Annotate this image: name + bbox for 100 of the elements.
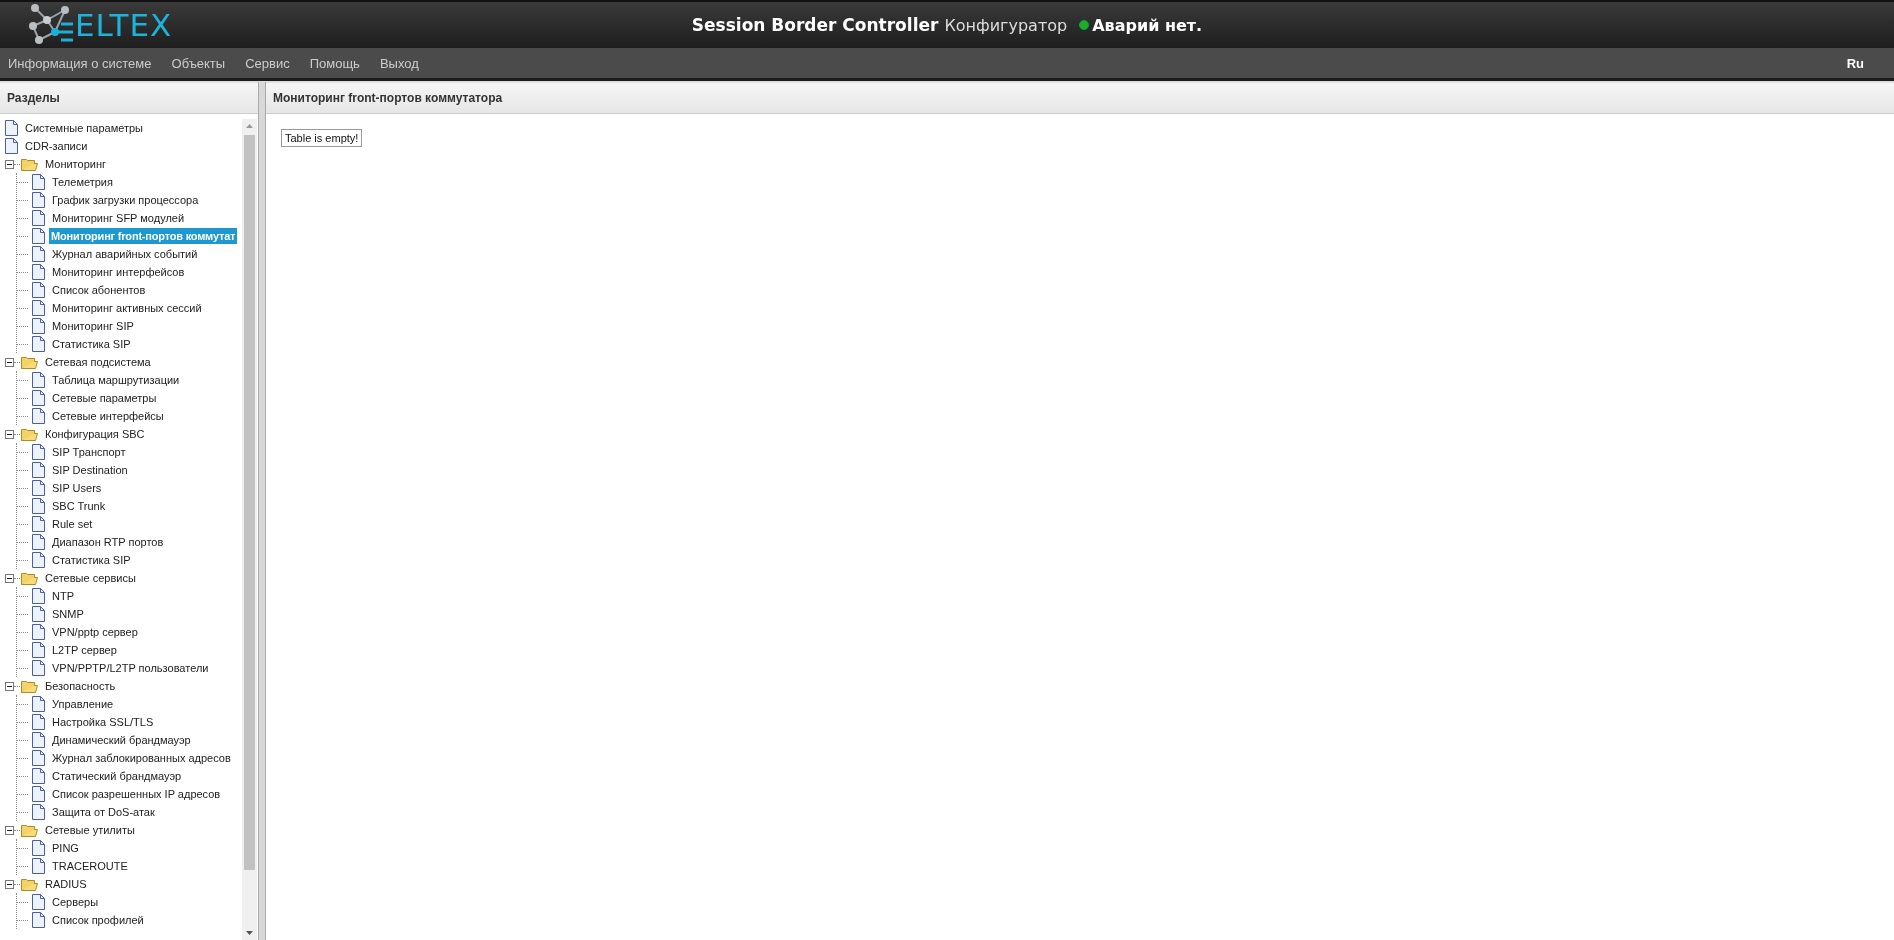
menu-item[interactable]: Информация о системе: [8, 55, 152, 71]
document-icon: [32, 372, 45, 388]
collapse-toggle[interactable]: [5, 825, 14, 835]
language-switch[interactable]: Ru: [1846, 55, 1864, 71]
tree-item[interactable]: Статический брандмауэр: [49, 769, 185, 783]
document-icon: [32, 912, 45, 928]
tree-item[interactable]: Таблица маршрутизации: [49, 373, 183, 387]
document-icon: [32, 588, 45, 604]
tree-item[interactable]: Мониторинг SIP: [49, 319, 137, 333]
document-icon: [32, 282, 45, 298]
tree-folder[interactable]: Мониторинг: [42, 157, 109, 171]
tree-folder[interactable]: Безопасность: [42, 679, 119, 693]
tree-item[interactable]: Rule set: [49, 517, 96, 531]
document-icon: [32, 534, 45, 550]
collapse-toggle[interactable]: [5, 357, 14, 367]
tree-item[interactable]: Статистика SIP: [49, 337, 134, 351]
document-icon: [32, 552, 45, 568]
tree-item[interactable]: SIP Транспорт: [49, 445, 129, 459]
splitter-handle[interactable]: [258, 82, 266, 940]
tree-item[interactable]: Мониторинг SFP модулей: [49, 211, 188, 225]
tree-item[interactable]: Мониторинг интерфейсов: [49, 265, 188, 279]
document-icon: [32, 840, 45, 856]
tree-item[interactable]: PING: [49, 841, 82, 855]
collapse-toggle[interactable]: [5, 159, 14, 169]
tree-item[interactable]: VPN/pptp сервер: [49, 625, 141, 639]
tree-item[interactable]: Журнал аварийных событий: [49, 247, 201, 261]
tree-item[interactable]: SNMP: [49, 607, 87, 621]
document-icon: [32, 786, 45, 802]
document-icon: [5, 138, 18, 154]
document-icon: [32, 228, 45, 244]
collapse-toggle[interactable]: [5, 681, 14, 691]
tree-item[interactable]: L2TP сервер: [49, 643, 120, 657]
document-icon: [32, 336, 45, 352]
tree-folder[interactable]: Сетевая подсистема: [42, 355, 154, 369]
document-icon: [32, 462, 45, 478]
panel-title: Мониторинг front-портов коммутатора: [273, 91, 503, 105]
product-subtitle: Конфигуратор: [944, 15, 1068, 35]
tree-folder[interactable]: Сетевые сервисы: [42, 571, 139, 585]
folder-icon: [21, 355, 38, 369]
menu-item[interactable]: Помощь: [309, 55, 360, 71]
document-icon: [32, 624, 45, 640]
document-icon: [32, 318, 45, 334]
tree-item[interactable]: NTP: [49, 589, 77, 603]
tree-item[interactable]: Телеметрия: [49, 175, 116, 189]
tree-item[interactable]: SBC Trunk: [49, 499, 109, 513]
tree-item[interactable]: Сетевые параметры: [49, 391, 160, 405]
tree-item[interactable]: CDR-записи: [22, 139, 91, 153]
tree-item[interactable]: Мониторинг активных сессий: [49, 301, 205, 315]
tree-item[interactable]: SIP Destination: [49, 463, 131, 477]
document-icon: [32, 480, 45, 496]
tree-item[interactable]: SIP Users: [49, 481, 105, 495]
menu-item[interactable]: Сервис: [245, 55, 290, 71]
tree-item[interactable]: TRACEROUTE: [49, 859, 131, 873]
document-icon: [32, 858, 45, 874]
collapse-toggle[interactable]: [5, 573, 14, 583]
document-icon: [32, 516, 45, 532]
tree-item[interactable]: Управление: [49, 697, 117, 711]
product-title: Session Border Controller: [691, 15, 939, 35]
document-icon: [32, 264, 45, 280]
document-icon: [32, 696, 45, 712]
document-icon: [32, 210, 45, 226]
document-icon: [32, 246, 45, 262]
scrollbar[interactable]: [242, 119, 257, 940]
collapse-toggle[interactable]: [5, 429, 14, 439]
tree-item[interactable]: Защита от DoS-атак: [49, 805, 158, 819]
tree-folder[interactable]: RADIUS: [42, 877, 90, 891]
tree-item[interactable]: Системные параметры: [22, 121, 147, 135]
document-icon: [32, 444, 45, 460]
tree-item[interactable]: Сетевые интерфейсы: [49, 409, 167, 423]
document-icon: [32, 714, 45, 730]
document-icon: [32, 642, 45, 658]
document-icon: [32, 300, 45, 316]
document-icon: [32, 804, 45, 820]
tree-item[interactable]: Список разрешенных IP адресов: [49, 787, 224, 801]
tree-item[interactable]: График загрузки процессора: [49, 193, 202, 207]
menu-item[interactable]: Объекты: [171, 55, 226, 71]
document-icon: [32, 498, 45, 514]
tree-item[interactable]: Настройка SSL/TLS: [49, 715, 157, 729]
tree-item[interactable]: Динамический брандмауэр: [49, 733, 194, 747]
folder-icon: [21, 823, 38, 837]
tree-item[interactable]: Диапазон RTP портов: [49, 535, 167, 549]
document-icon: [32, 192, 45, 208]
document-icon: [32, 606, 45, 622]
document-icon: [32, 174, 45, 190]
document-icon: [32, 894, 45, 910]
tree-folder[interactable]: Конфигурация SBC: [42, 427, 148, 441]
document-icon: [32, 768, 45, 784]
collapse-toggle[interactable]: [5, 879, 14, 889]
tree-item[interactable]: Серверы: [49, 895, 102, 909]
document-icon: [32, 750, 45, 766]
alarm-status: Аварий нет.: [1092, 15, 1203, 35]
menu-item[interactable]: Выход: [379, 55, 419, 71]
document-icon: [32, 390, 45, 406]
tree-item[interactable]: Статистика SIP: [49, 553, 134, 567]
document-icon: [32, 732, 45, 748]
tree-item[interactable]: Список профилей: [49, 913, 147, 927]
tree-item[interactable]: VPN/PPTP/L2TP пользователи: [49, 661, 212, 675]
tree-folder[interactable]: Сетевые утилиты: [42, 823, 138, 837]
tree-item[interactable]: Журнал заблокированных адресов: [49, 751, 234, 765]
tree-item[interactable]: Список абонентов: [49, 283, 149, 297]
